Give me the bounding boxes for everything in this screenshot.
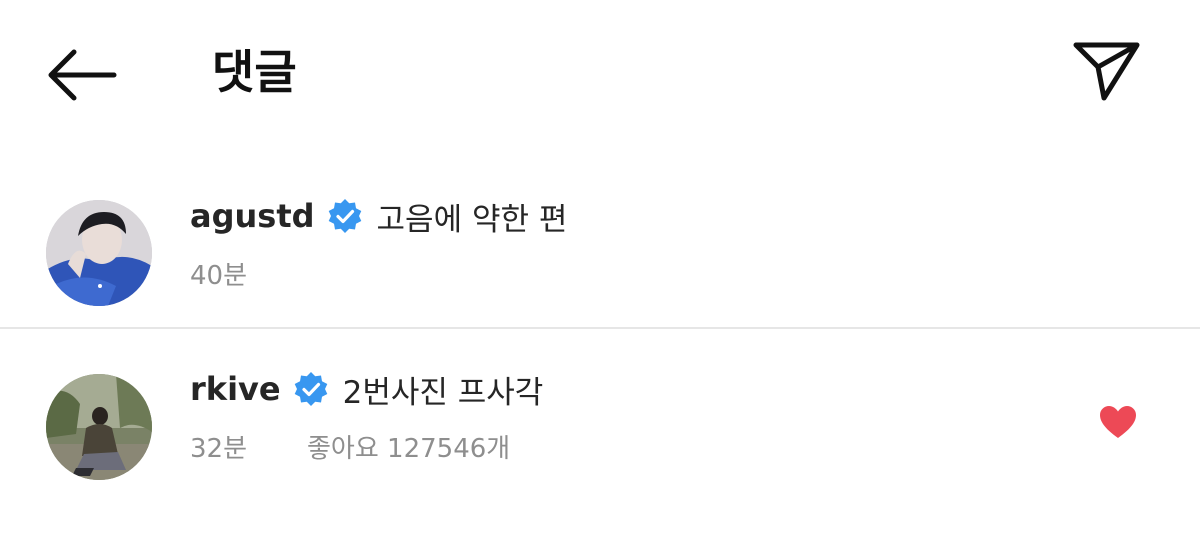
like-button[interactable] — [1098, 404, 1138, 440]
heart-icon — [1100, 406, 1136, 438]
avatar[interactable] — [46, 374, 152, 480]
likes-count[interactable]: 좋아요 127546개 — [307, 428, 510, 465]
header-bar: 댓글 — [0, 0, 1200, 140]
page-title: 댓글 — [212, 45, 297, 99]
comment-time: 32분 — [190, 433, 248, 464]
paper-plane-icon — [1073, 42, 1140, 101]
username[interactable]: rkive — [190, 370, 281, 408]
arrow-left-icon — [48, 49, 117, 101]
back-button[interactable] — [40, 38, 122, 108]
avatar[interactable] — [46, 200, 152, 306]
comment-time: 40분 — [190, 260, 248, 291]
comment-item: rkive 2번사진 프사각 32분 좋아요 127546개 — [0, 340, 1200, 530]
comment-text: 2번사진 프사각 — [342, 374, 544, 411]
comment-header: rkive 2번사진 프사각 — [190, 364, 543, 414]
comment-meta: 40분 — [190, 253, 247, 293]
comment-item: agustd 고음에 약한 편 40분 — [0, 175, 1200, 327]
comment-text: 고음에 약한 편 — [376, 201, 568, 238]
username[interactable]: agustd — [190, 197, 315, 235]
divider — [0, 327, 1200, 329]
verified-badge-icon — [294, 372, 327, 406]
avatar-photo — [46, 374, 152, 480]
verified-badge-icon — [328, 199, 361, 233]
comment-header: agustd 고음에 약한 편 — [190, 191, 567, 241]
share-button[interactable] — [1066, 36, 1146, 108]
comment-meta: 32분 좋아요 127546개 — [190, 426, 510, 466]
avatar-photo — [46, 200, 152, 306]
